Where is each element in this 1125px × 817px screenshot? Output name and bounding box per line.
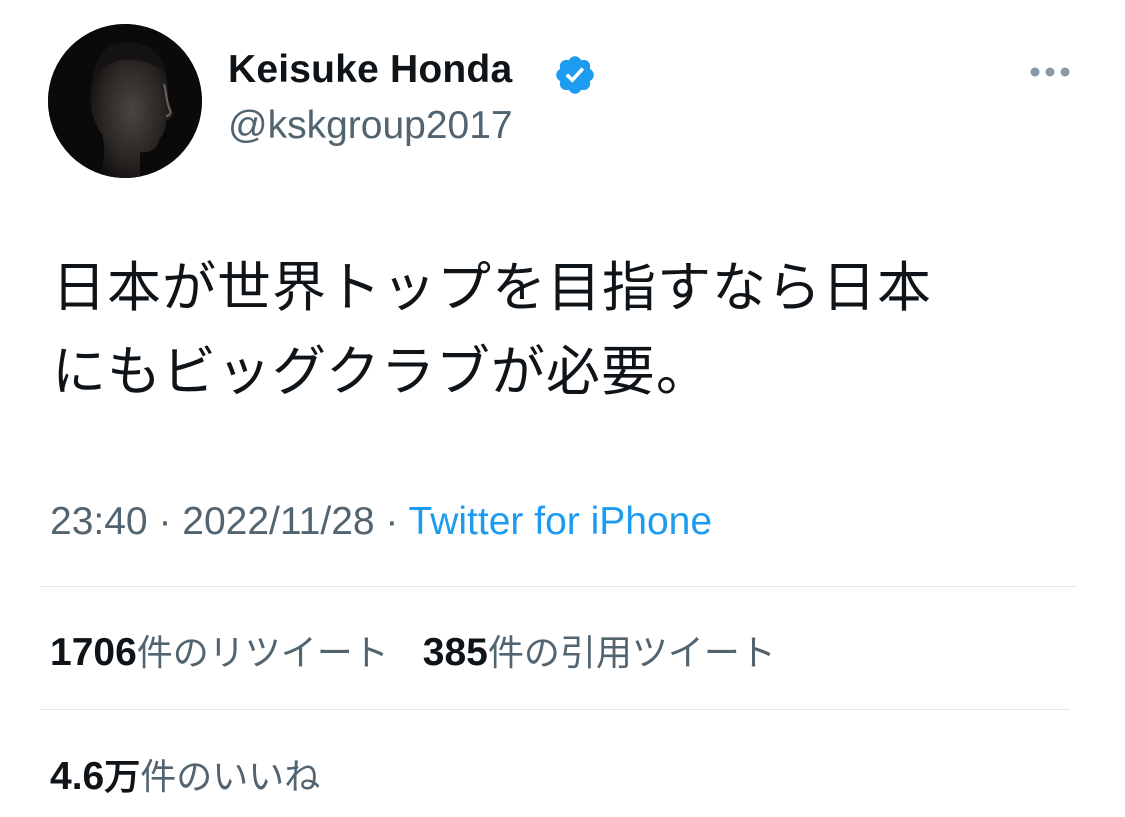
likes-count: 4.6 xyxy=(50,755,105,798)
likes-unit: 万 xyxy=(104,757,141,798)
tweet-date[interactable]: 2022/11/28 xyxy=(182,500,374,543)
divider xyxy=(40,586,1077,587)
meta-separator: · xyxy=(385,500,409,543)
tweet-text: 日本が世界トップを目指すなら日本 にもビッグクラブが必要。 xyxy=(52,246,1062,414)
divider xyxy=(40,709,1070,710)
more-horizontal-icon[interactable] xyxy=(1020,52,1080,92)
tweet-time[interactable]: 23:40 xyxy=(50,500,148,543)
quotes-label: 件の引用ツイート xyxy=(487,633,776,674)
retweets-stat[interactable]: 1706件のリツイート xyxy=(50,630,389,675)
avatar[interactable] xyxy=(48,24,202,178)
tweet-detail: Keisuke Honda @kskgroup2017 日本が世界トップを目指す… xyxy=(0,0,1125,817)
likes-label: 件のいいね xyxy=(140,757,321,798)
display-name[interactable]: Keisuke Honda xyxy=(228,48,512,92)
quotes-count: 385 xyxy=(422,631,488,674)
retweets-label: 件のリツイート xyxy=(136,633,389,674)
meta-separator: · xyxy=(158,500,183,543)
tweet-text-line: 日本が世界トップを目指すなら日本 xyxy=(52,256,932,319)
tweet-metadata: 23:40 · 2022/11/28 · Twitter for iPhone xyxy=(50,500,712,544)
user-handle[interactable]: @kskgroup2017 xyxy=(228,104,513,148)
verified-badge-icon xyxy=(553,53,597,97)
engagement-stats: 1706件のリツイート 385件の引用ツイート xyxy=(50,624,776,676)
likes-stat[interactable]: 4.6万件のいいね xyxy=(50,748,320,800)
retweets-count: 1706 xyxy=(50,631,137,674)
quotes-stat[interactable]: 385件の引用ツイート xyxy=(423,630,776,675)
tweet-source-link[interactable]: Twitter for iPhone xyxy=(409,500,712,543)
avatar-photo xyxy=(48,24,202,178)
tweet-text-line: にもビッグクラブが必要。 xyxy=(52,340,711,403)
